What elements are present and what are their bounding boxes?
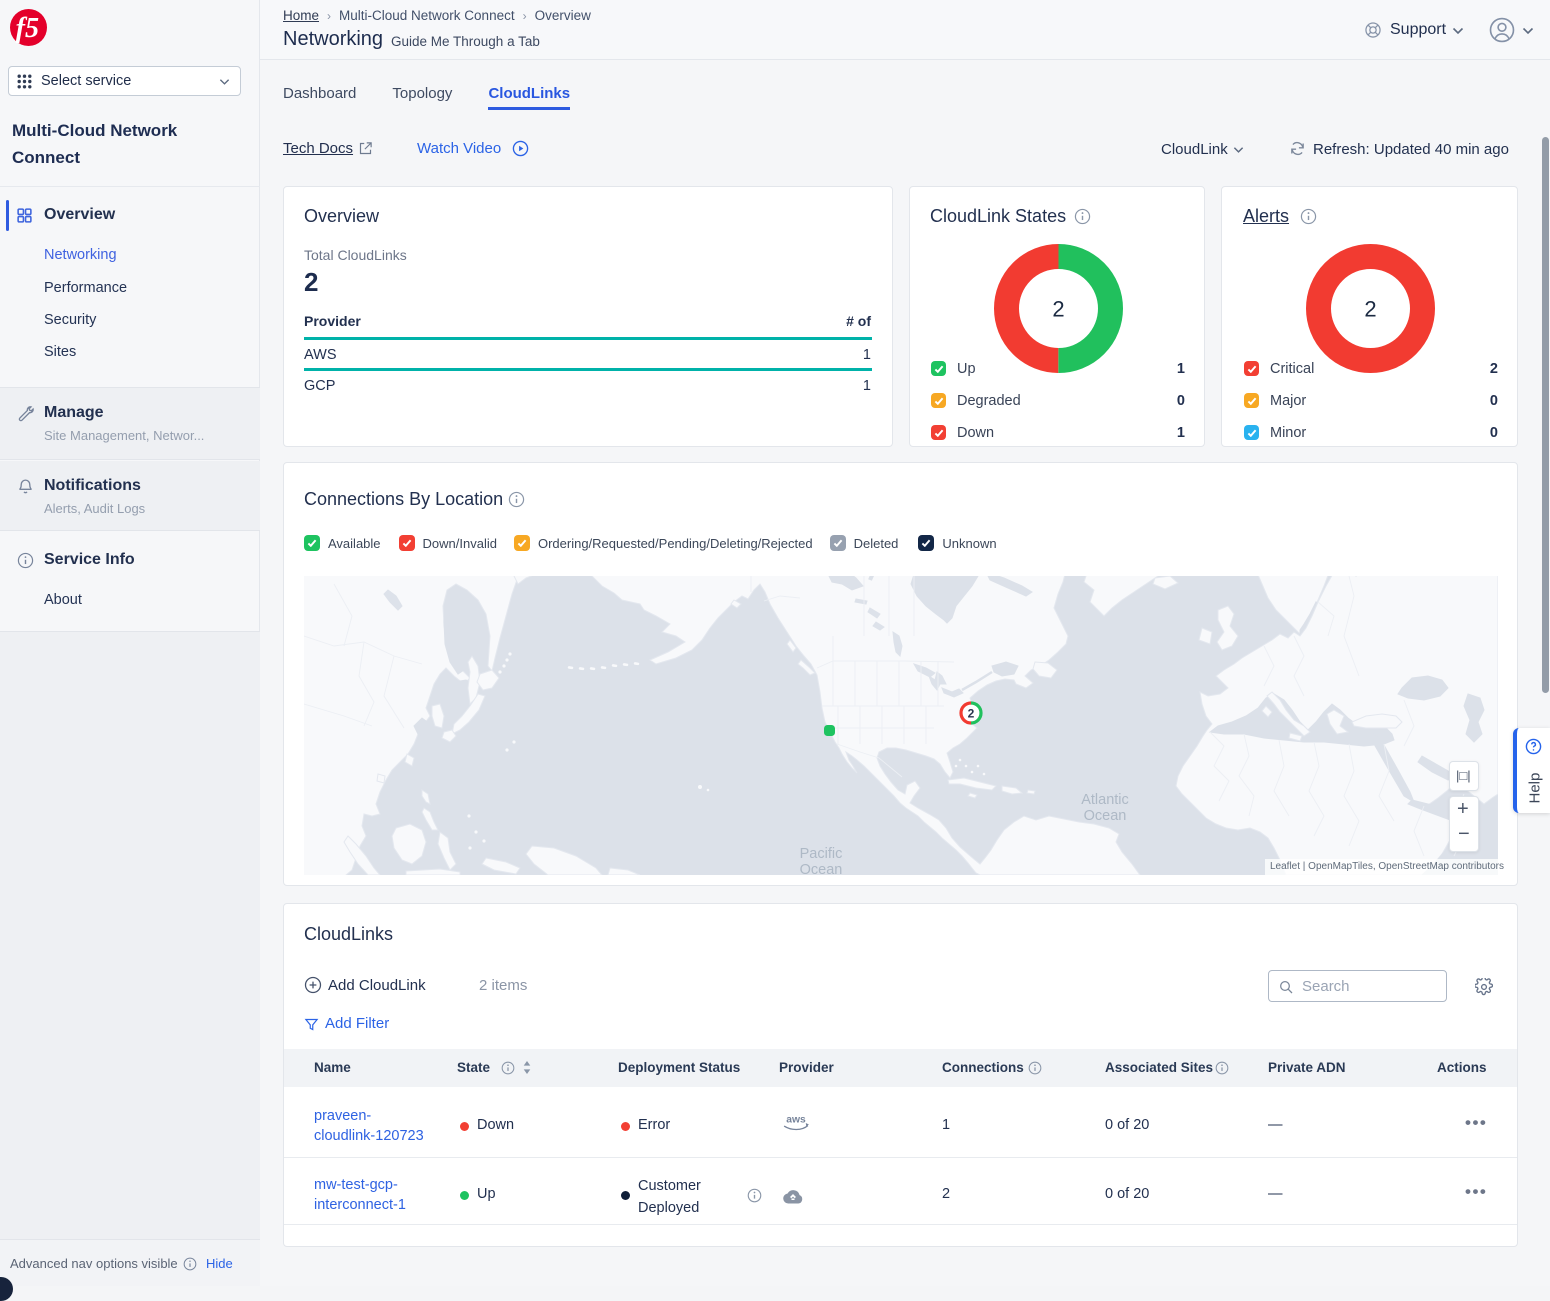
svg-text:2: 2	[1052, 297, 1064, 322]
svg-text:aws: aws	[786, 1114, 806, 1125]
svg-text:f5: f5	[16, 13, 39, 44]
svg-text:Ocean: Ocean	[1084, 808, 1127, 824]
svg-text:2: 2	[968, 707, 975, 721]
svg-text:Pacific: Pacific	[800, 846, 843, 862]
svg-text:Atlantic: Atlantic	[1081, 792, 1129, 808]
svg-text:2: 2	[1364, 297, 1376, 322]
svg-text:Ocean: Ocean	[800, 862, 843, 875]
